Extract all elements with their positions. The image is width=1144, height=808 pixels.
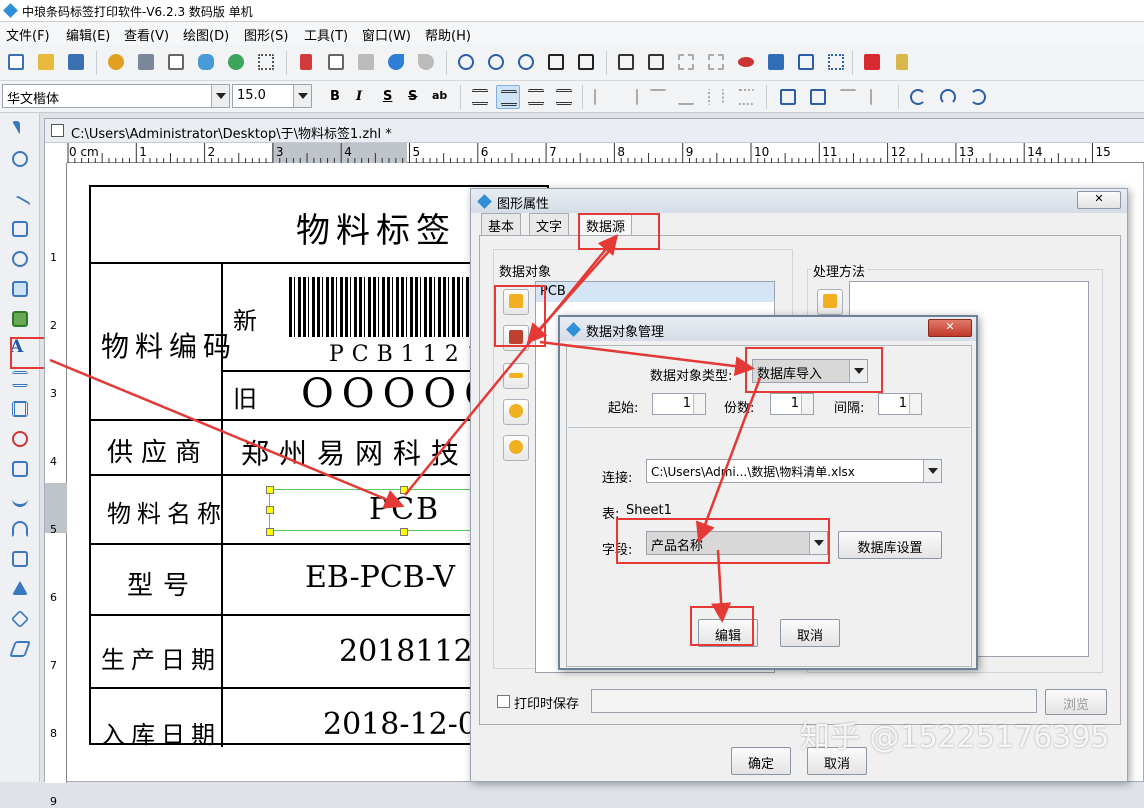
- arrow-add-to-type: [539, 340, 755, 377]
- arrow-text-to-object: [49, 358, 405, 509]
- annotation-arrows: [49, 234, 762, 623]
- arrow-object-to-tab: [404, 234, 619, 496]
- vruler-tick-label: 9: [50, 795, 57, 808]
- watermark: 知乎 @15225176395: [800, 720, 1110, 755]
- arrow-type-to-field: [695, 377, 762, 543]
- arrow-field-to-edit: [711, 549, 732, 623]
- arrow-tab-to-add: [526, 249, 611, 344]
